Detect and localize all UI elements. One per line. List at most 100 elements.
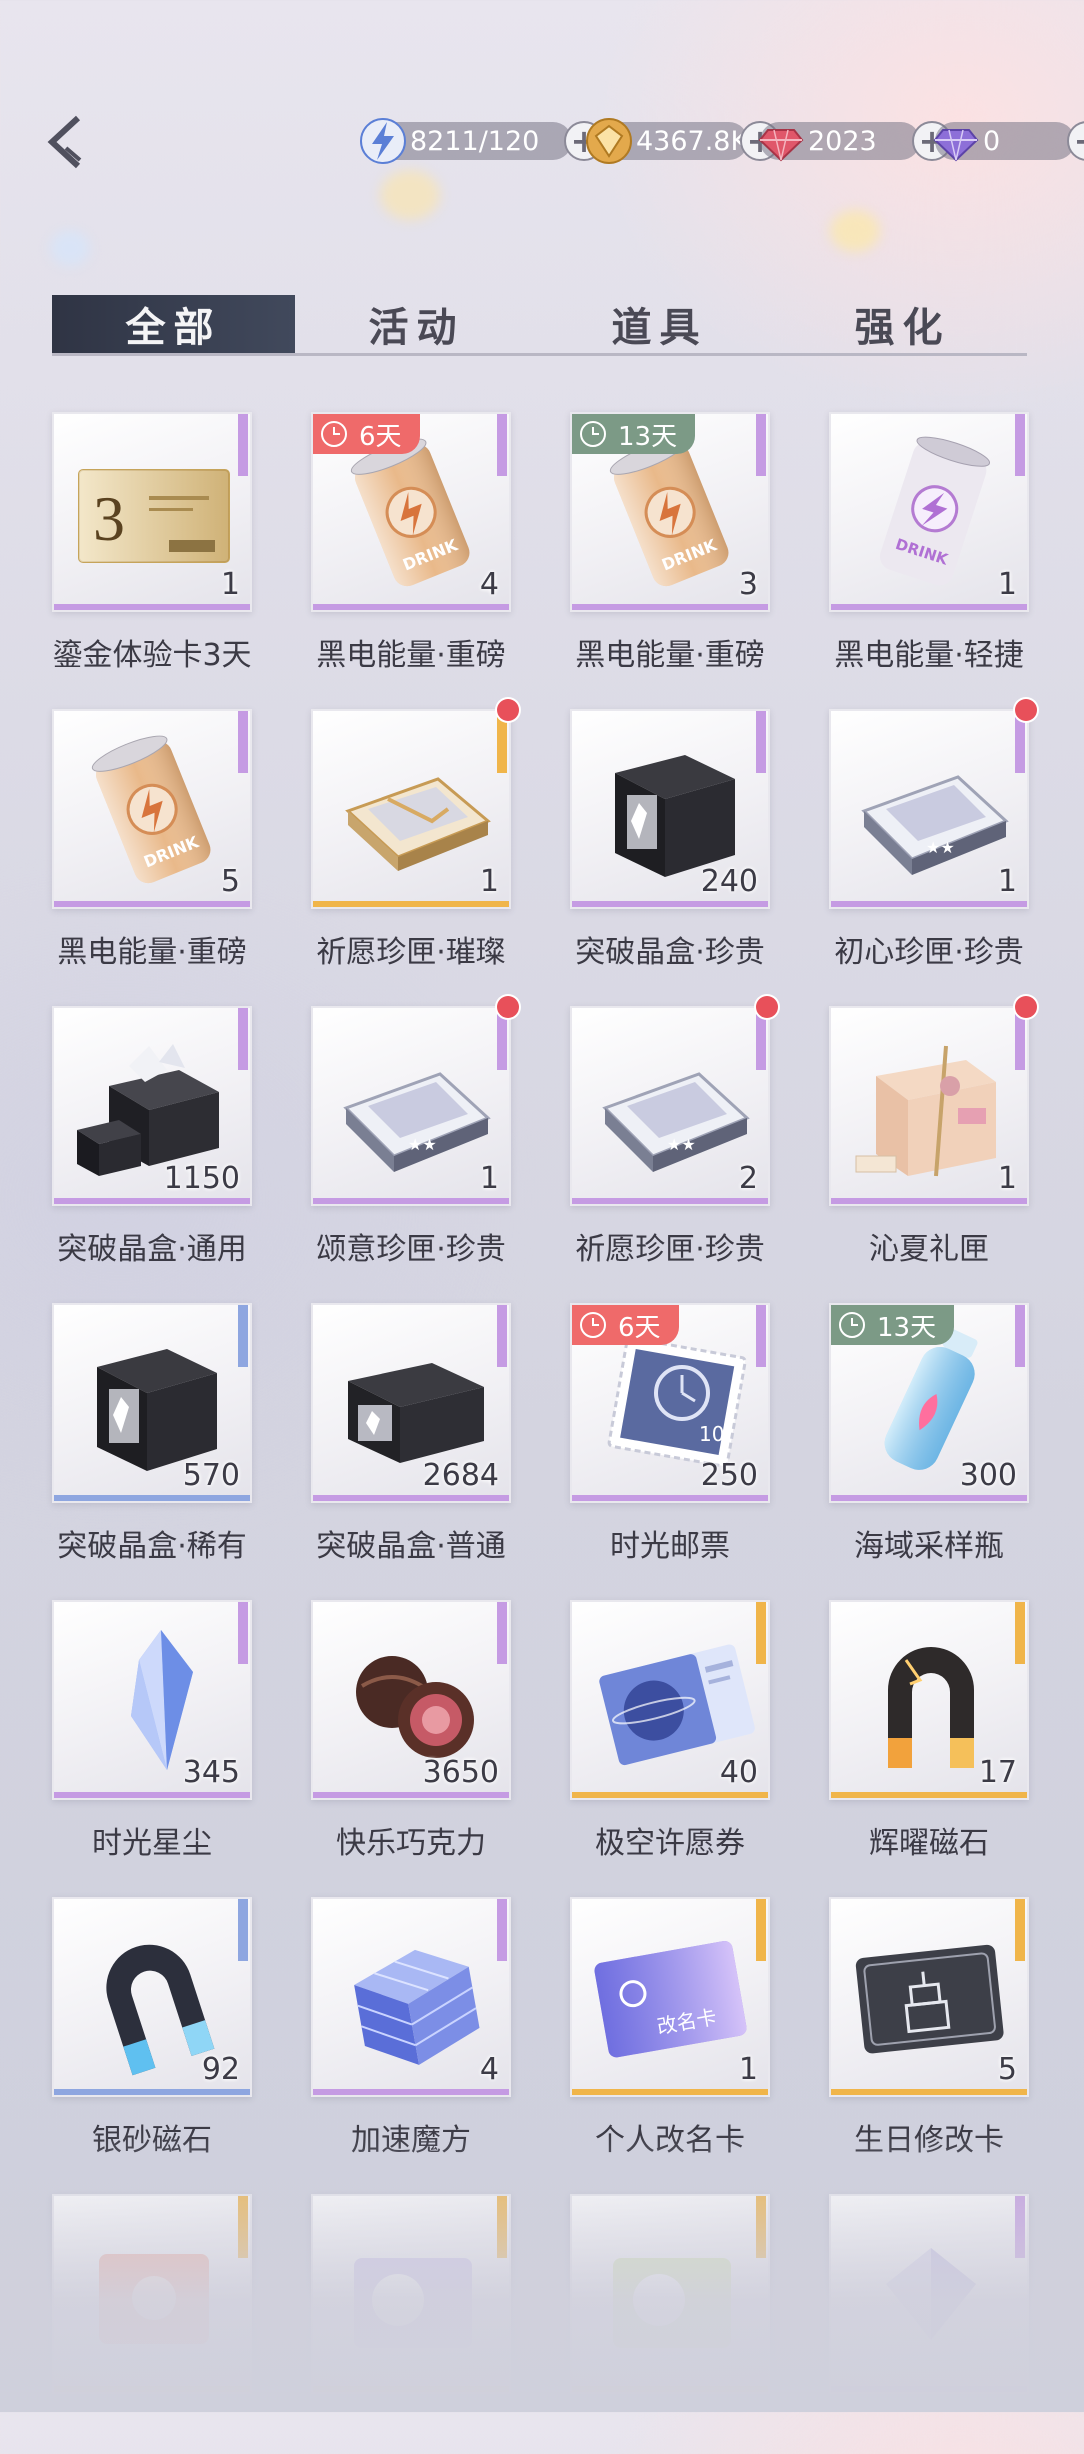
- rarity-bar: [572, 2089, 768, 2095]
- rarity-bar: [54, 1792, 250, 1798]
- item-quantity: 240: [700, 864, 758, 899]
- gift-box-image: [846, 1026, 1016, 1186]
- wish-box-gold-image: [328, 729, 498, 889]
- rarity-strip: [497, 1305, 507, 1367]
- item-name: 时光邮票: [610, 1529, 730, 1564]
- inventory-item[interactable]: ★★ 1 颂意珍匣·珍贵: [311, 996, 519, 1267]
- svg-text:★★: ★★: [926, 838, 955, 857]
- inventory-item[interactable]: 3 1 鎏金体验卡3天: [52, 412, 252, 673]
- inventory-item[interactable]: 3650 快乐巧克力: [311, 1600, 511, 1861]
- inventory-item[interactable]: 4加速魔方: [311, 1897, 511, 2158]
- item-card[interactable]: 3650: [311, 1600, 511, 1800]
- tab-all[interactable]: 全部: [52, 295, 295, 353]
- expiry-timer-badge: 13天: [572, 414, 696, 454]
- energy-can-gold-image: DRINK: [328, 432, 498, 592]
- item-quantity: 250: [700, 1458, 758, 1493]
- item-name: 海域采样瓶: [854, 1529, 1004, 1564]
- item-card[interactable]: 1: [311, 709, 511, 909]
- rarity-bar: [831, 2089, 1027, 2095]
- inventory-item[interactable]: DRINK 1 黑电能量·轻捷: [829, 412, 1029, 673]
- item-card[interactable]: DRINK 5: [52, 709, 252, 909]
- item-card[interactable]: 40: [570, 1600, 770, 1800]
- item-name: 快乐巧克力: [336, 1826, 486, 1861]
- item-card[interactable]: 345: [52, 1600, 252, 1800]
- rarity-strip: [756, 711, 766, 773]
- item-card[interactable]: DRINK 1: [829, 412, 1029, 612]
- back-arrow-icon[interactable]: [40, 112, 92, 172]
- new-notification-dot: [497, 996, 519, 1018]
- item-card[interactable]: 17: [829, 1600, 1029, 1800]
- item-name: 黑电能量·轻捷: [834, 638, 1024, 673]
- svg-text:★★: ★★: [667, 1135, 696, 1154]
- item-card[interactable]: 570: [52, 1303, 252, 1503]
- item-card[interactable]: DRINK 3 13天: [570, 412, 770, 612]
- rarity-strip: [497, 1899, 507, 1961]
- item-card[interactable]: 1150: [52, 1006, 252, 1206]
- rarity-strip: [497, 414, 507, 476]
- inventory-item[interactable]: DRINK 5 黑电能量·重磅: [52, 709, 252, 970]
- inventory-item[interactable]: 300 13天海域采样瓶: [829, 1303, 1029, 1564]
- item-name: 黑电能量·重磅: [575, 638, 765, 673]
- item-card[interactable]: 改名卡 1: [570, 1897, 770, 2097]
- red-diamond-currency: 2023 +: [758, 120, 952, 162]
- treasure-box-silver-image: ★★: [587, 1026, 757, 1186]
- inventory-item[interactable]: 1 祈愿珍匣·璀璨: [311, 699, 519, 970]
- inventory-item[interactable]: 570 突破晶盒·稀有: [52, 1303, 252, 1564]
- rarity-strip: [756, 414, 766, 476]
- item-card[interactable]: ★★ 1: [311, 1006, 511, 1206]
- inventory-item[interactable]: ★★ 2 祈愿珍匣·珍贵: [570, 996, 778, 1267]
- inventory-item[interactable]: 改名卡1个人改名卡: [570, 1897, 770, 2158]
- expiry-timer-badge: 6天: [572, 1305, 679, 1345]
- item-quantity: 2684: [422, 1458, 499, 1493]
- inventory-item[interactable]: 40 极空许愿券: [570, 1600, 770, 1861]
- item-card[interactable]: ★★ 2: [570, 1006, 770, 1206]
- rarity-strip: [238, 414, 248, 476]
- treasure-box-silver-image: ★★: [328, 1026, 498, 1186]
- item-card[interactable]: 31: [52, 412, 252, 612]
- inventory-item[interactable]: 92银砂磁石: [52, 1897, 252, 2158]
- item-card[interactable]: 1: [829, 1006, 1029, 1206]
- background-sparkle: [380, 170, 440, 220]
- item-card[interactable]: 4: [311, 1897, 511, 2097]
- rarity-strip: [238, 711, 248, 773]
- inventory-item[interactable]: 17 辉曜磁石: [829, 1600, 1029, 1861]
- item-card[interactable]: 92: [52, 1897, 252, 2097]
- rarity-strip: [497, 1602, 507, 1664]
- item-name: 沁夏礼匣: [869, 1232, 989, 1267]
- svg-text:3: 3: [93, 483, 125, 554]
- inventory-item[interactable]: 345 时光星尘: [52, 1600, 252, 1861]
- rarity-strip: [238, 1602, 248, 1664]
- item-card[interactable]: 2684: [311, 1303, 511, 1503]
- inventory-item[interactable]: 5生日修改卡: [829, 1897, 1029, 2158]
- rarity-bar: [572, 1198, 768, 1204]
- inventory-item[interactable]: 240 突破晶盒·珍贵: [570, 709, 770, 970]
- item-quantity: 2: [738, 1161, 758, 1196]
- inventory-item[interactable]: DRINK 4 6天 黑电能量·重磅: [311, 412, 511, 673]
- speed-cube-image: [328, 1917, 498, 2077]
- item-card[interactable]: DRINK 4 6天: [311, 412, 511, 612]
- inventory-item[interactable]: 1150 突破晶盒·通用: [52, 1006, 252, 1267]
- tab-enhance[interactable]: 强化: [781, 295, 1024, 353]
- inventory-item[interactable]: 2684 突破晶盒·普通: [311, 1303, 511, 1564]
- tab-activity[interactable]: 活动: [295, 295, 538, 353]
- item-name: 极空许愿券: [595, 1826, 745, 1861]
- rarity-bar: [831, 604, 1027, 610]
- rarity-bar: [54, 901, 250, 907]
- item-card[interactable]: 5: [829, 1897, 1029, 2097]
- rarity-strip: [1015, 1305, 1025, 1367]
- svg-text:10: 10: [699, 1422, 724, 1446]
- inventory-item[interactable]: ★★ 1 初心珍匣·珍贵: [829, 699, 1037, 970]
- item-card[interactable]: 300 13天: [829, 1303, 1029, 1503]
- inventory-item[interactable]: 10 250 6天时光邮票: [570, 1303, 770, 1564]
- item-name: 黑电能量·重磅: [57, 935, 247, 970]
- item-card[interactable]: 240: [570, 709, 770, 909]
- gold-currency: 4367.8K+: [586, 118, 780, 164]
- tab-props[interactable]: 道具: [538, 295, 781, 353]
- item-name: 祈愿珍匣·璀璨: [316, 935, 506, 970]
- inventory-item[interactable]: DRINK 3 13天黑电能量·重磅: [570, 412, 770, 673]
- item-quantity: 300: [959, 1458, 1017, 1493]
- inventory-item[interactable]: 1 沁夏礼匣: [829, 996, 1037, 1267]
- item-name: 突破晶盒·普通: [316, 1529, 506, 1564]
- item-card[interactable]: ★★ 1: [829, 709, 1029, 909]
- item-card[interactable]: 10 250 6天: [570, 1303, 770, 1503]
